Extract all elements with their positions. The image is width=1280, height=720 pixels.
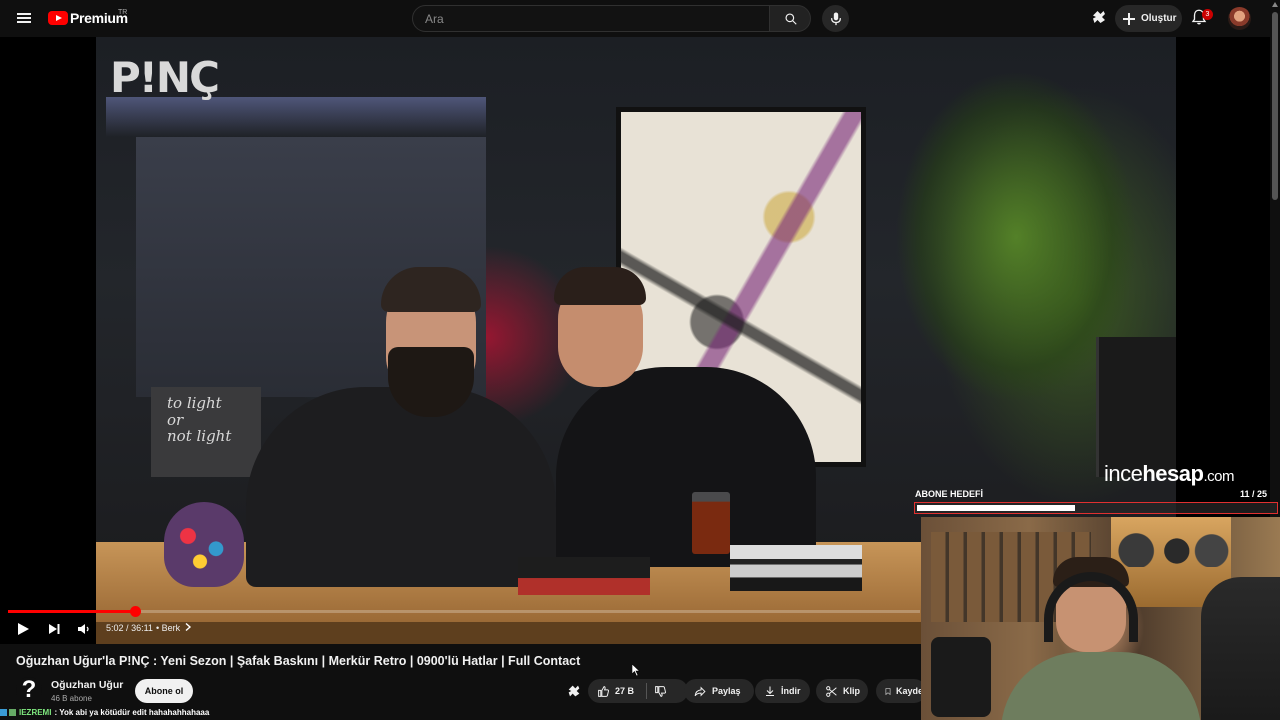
webcam-chair bbox=[1201, 577, 1280, 720]
sponsor-watermark: incehesap.com bbox=[1104, 461, 1234, 487]
menu-icon[interactable] bbox=[12, 6, 36, 30]
like-count: 27 B bbox=[615, 686, 635, 696]
mic-icon bbox=[830, 11, 841, 25]
search-input[interactable] bbox=[413, 6, 769, 31]
voice-search-button[interactable] bbox=[822, 5, 849, 32]
watermark-prefix: ince bbox=[1104, 461, 1143, 486]
next-icon[interactable] bbox=[47, 622, 61, 636]
chat-message: : Yok abi ya kötüdür edit hahahahhahaaa bbox=[54, 707, 210, 717]
play-icon[interactable] bbox=[16, 622, 30, 636]
search-icon bbox=[785, 13, 797, 25]
time-total: 36:11 bbox=[131, 623, 153, 633]
share-icon bbox=[694, 686, 706, 696]
region-code: TR bbox=[118, 9, 128, 16]
webcam-helmets bbox=[1113, 527, 1229, 567]
download-label: İndir bbox=[781, 686, 801, 696]
notification-badge: 3 bbox=[1202, 9, 1213, 20]
clip-icon bbox=[826, 685, 837, 697]
webcam-streamer-shirt bbox=[1001, 652, 1201, 720]
chat-username: IEZREMI bbox=[19, 707, 52, 717]
scroll-up-arrow[interactable] bbox=[1272, 2, 1278, 7]
chapter-button[interactable]: • Berk bbox=[156, 622, 192, 633]
scene-books-left bbox=[518, 557, 650, 595]
subscriber-goal-bar bbox=[914, 502, 1278, 514]
volume-icon[interactable] bbox=[77, 622, 91, 636]
share-label: Paylaş bbox=[712, 686, 741, 696]
watermark-bold: hesap bbox=[1142, 461, 1204, 486]
like-divider bbox=[646, 683, 647, 699]
subscribe-button[interactable]: Abone ol bbox=[135, 679, 193, 703]
clip-label: Klip bbox=[843, 686, 860, 696]
webcam-microphone bbox=[931, 637, 991, 717]
subscriber-goal-count: 11 / 25 bbox=[1240, 489, 1268, 499]
account-avatar[interactable] bbox=[1228, 7, 1251, 30]
dislike-icon bbox=[655, 685, 667, 697]
time-display: 5:02 / 36:11 bbox=[106, 623, 153, 633]
youtube-watch-page: Premium TR Oluştur bbox=[0, 0, 1280, 720]
plus-icon bbox=[1123, 12, 1135, 25]
subscriber-count: 46 B abone bbox=[51, 694, 92, 703]
time-separator: / bbox=[126, 623, 129, 633]
host-right-body bbox=[556, 367, 816, 567]
save-button[interactable]: Kaydet bbox=[876, 679, 926, 703]
extension-action-icon[interactable] bbox=[566, 683, 582, 699]
host-left-hair bbox=[381, 267, 481, 312]
chapter-title: Berk bbox=[161, 623, 181, 633]
chat-badge-secondary-icon bbox=[9, 708, 16, 716]
channel-name[interactable]: Oğuzhan Uğur bbox=[51, 679, 123, 691]
create-button[interactable]: Oluştur bbox=[1115, 5, 1182, 32]
download-icon bbox=[766, 686, 774, 696]
share-button[interactable]: Paylaş bbox=[684, 679, 754, 703]
streamer-webcam bbox=[921, 517, 1280, 720]
progress-bar[interactable] bbox=[8, 606, 920, 617]
video-title: Oğuzhan Uğur'la P!NÇ : Yeni Sezon | Şafa… bbox=[16, 654, 581, 668]
youtube-logo-icon bbox=[48, 11, 68, 25]
time-current: 5:02 bbox=[106, 623, 124, 633]
host-left-body bbox=[246, 387, 556, 587]
chat-badge-icon bbox=[0, 708, 7, 716]
watermark-suffix: .com bbox=[1203, 468, 1234, 485]
extension-icon[interactable] bbox=[1090, 8, 1110, 28]
channel-avatar[interactable]: ? bbox=[16, 677, 42, 703]
create-label: Oluştur bbox=[1141, 13, 1177, 24]
search-box bbox=[412, 5, 770, 32]
download-button[interactable]: İndir bbox=[755, 679, 810, 703]
scene-skull bbox=[164, 502, 244, 587]
like-icon bbox=[598, 685, 610, 697]
host-right-hair bbox=[554, 267, 646, 305]
mouse-cursor-icon bbox=[632, 664, 640, 676]
progress-scrubber[interactable] bbox=[129, 606, 141, 617]
scene-painting-small bbox=[1096, 337, 1176, 477]
save-icon bbox=[885, 687, 891, 695]
scene-light bbox=[106, 97, 486, 137]
search-button[interactable] bbox=[769, 5, 811, 32]
scene-lamp: to light or not light bbox=[151, 387, 261, 477]
youtube-logo[interactable]: Premium bbox=[48, 8, 128, 28]
chat-ticker: IEZREMI : Yok abi ya kötüdür edit hahaha… bbox=[0, 706, 209, 718]
progress-fill bbox=[8, 610, 135, 613]
scroll-thumb[interactable] bbox=[1272, 12, 1278, 200]
subscriber-goal-label: ABONE HEDEFİ bbox=[915, 489, 984, 499]
chevron-right-icon bbox=[185, 622, 191, 632]
scene-books-right bbox=[730, 545, 862, 591]
clip-button[interactable]: Klip bbox=[816, 679, 868, 703]
channel-brand-logo: P!NÇ bbox=[110, 53, 220, 102]
dislike-button[interactable] bbox=[650, 679, 686, 703]
subscriber-goal-fill bbox=[917, 505, 1075, 511]
scene-glass bbox=[692, 492, 730, 554]
top-bar: Premium TR Oluştur bbox=[0, 0, 1270, 37]
